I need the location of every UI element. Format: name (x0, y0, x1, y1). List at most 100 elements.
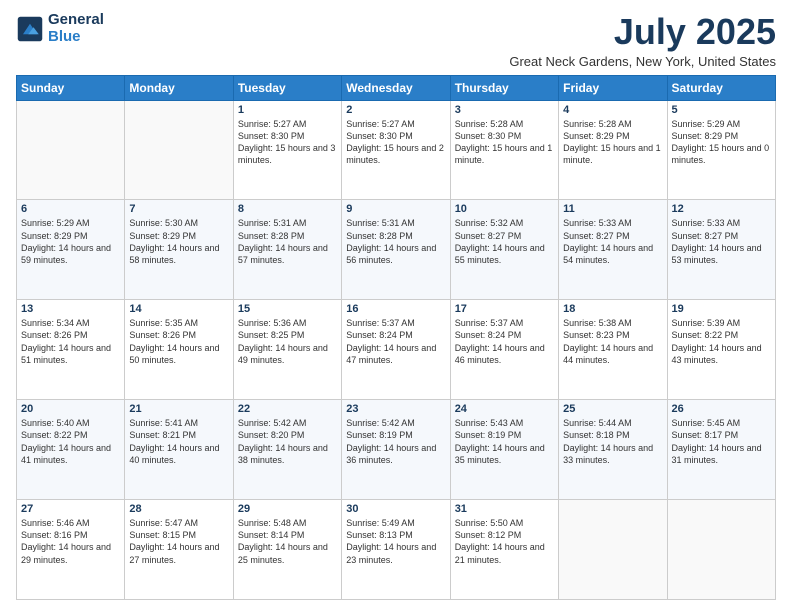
calendar-cell: 21 Sunrise: 5:41 AMSunset: 8:21 PMDayligh… (125, 400, 233, 500)
col-header-monday: Monday (125, 75, 233, 100)
logo-general-text: General (48, 12, 104, 29)
calendar-cell: 25 Sunrise: 5:44 AMSunset: 8:18 PMDayligh… (559, 400, 667, 500)
calendar-cell (559, 500, 667, 600)
col-header-saturday: Saturday (667, 75, 775, 100)
day-info: Sunrise: 5:30 AMSunset: 8:29 PMDaylight:… (129, 217, 228, 266)
calendar-cell: 14 Sunrise: 5:35 AMSunset: 8:26 PMDayligh… (125, 300, 233, 400)
calendar-cell: 27 Sunrise: 5:46 AMSunset: 8:16 PMDayligh… (17, 500, 125, 600)
day-info: Sunrise: 5:38 AMSunset: 8:23 PMDaylight:… (563, 317, 662, 366)
calendar-cell (667, 500, 775, 600)
day-number: 8 (238, 203, 337, 215)
day-info: Sunrise: 5:29 AMSunset: 8:29 PMDaylight:… (21, 217, 120, 266)
day-info: Sunrise: 5:35 AMSunset: 8:26 PMDaylight:… (129, 317, 228, 366)
calendar-week-4: 20 Sunrise: 5:40 AMSunset: 8:22 PMDayligh… (17, 400, 776, 500)
calendar-cell: 17 Sunrise: 5:37 AMSunset: 8:24 PMDayligh… (450, 300, 558, 400)
calendar-cell: 9Sunrise: 5:31 AMSunset: 8:28 PMDaylight… (342, 200, 450, 300)
title-block: July 2025 Great Neck Gardens, New York, … (509, 12, 776, 69)
calendar-week-5: 27 Sunrise: 5:46 AMSunset: 8:16 PMDayligh… (17, 500, 776, 600)
calendar-cell: 24 Sunrise: 5:43 AMSunset: 8:19 PMDayligh… (450, 400, 558, 500)
day-number: 27 (21, 503, 120, 515)
day-number: 29 (238, 503, 337, 515)
day-info: Sunrise: 5:50 AMSunset: 8:12 PMDaylight:… (455, 517, 554, 566)
day-number: 20 (21, 403, 120, 415)
logo-text: General Blue (48, 12, 104, 45)
day-number: 13 (21, 303, 120, 315)
calendar-cell: 8Sunrise: 5:31 AMSunset: 8:28 PMDaylight… (233, 200, 341, 300)
calendar-cell: 20 Sunrise: 5:40 AMSunset: 8:22 PMDayligh… (17, 400, 125, 500)
day-number: 26 (672, 403, 771, 415)
header: General Blue July 2025 Great Neck Garden… (16, 12, 776, 69)
col-header-thursday: Thursday (450, 75, 558, 100)
day-number: 17 (455, 303, 554, 315)
calendar-cell: 15 Sunrise: 5:36 AMSunset: 8:25 PMDayligh… (233, 300, 341, 400)
day-number: 21 (129, 403, 228, 415)
calendar-cell: 2Sunrise: 5:27 AMSunset: 8:30 PMDaylight… (342, 100, 450, 200)
day-number: 16 (346, 303, 445, 315)
calendar-cell: 12 Sunrise: 5:33 AMSunset: 8:27 PMDayligh… (667, 200, 775, 300)
calendar-cell: 6 Sunrise: 5:29 AMSunset: 8:29 PMDaylight… (17, 200, 125, 300)
day-number: 12 (672, 203, 771, 215)
main-title: July 2025 (509, 12, 776, 52)
calendar-cell: 4 Sunrise: 5:28 AMSunset: 8:29 PMDaylight… (559, 100, 667, 200)
calendar-cell: 16Sunrise: 5:37 AMSunset: 8:24 PMDayligh… (342, 300, 450, 400)
day-info: Sunrise: 5:32 AMSunset: 8:27 PMDaylight:… (455, 217, 554, 266)
day-number: 25 (563, 403, 662, 415)
calendar-cell (17, 100, 125, 200)
day-number: 14 (129, 303, 228, 315)
day-info: Sunrise: 5:43 AMSunset: 8:19 PMDaylight:… (455, 417, 554, 466)
calendar-cell: 18 Sunrise: 5:38 AMSunset: 8:23 PMDayligh… (559, 300, 667, 400)
logo-icon (16, 15, 44, 43)
day-info: Sunrise: 5:34 AMSunset: 8:26 PMDaylight:… (21, 317, 120, 366)
day-number: 5 (672, 104, 771, 116)
day-info: Sunrise: 5:36 AMSunset: 8:25 PMDaylight:… (238, 317, 337, 366)
calendar-cell: 29Sunrise: 5:48 AMSunset: 8:14 PMDayligh… (233, 500, 341, 600)
day-info: Sunrise: 5:46 AMSunset: 8:16 PMDaylight:… (21, 517, 120, 566)
day-number: 1 (238, 104, 337, 116)
day-number: 30 (346, 503, 445, 515)
calendar-week-1: 1 Sunrise: 5:27 AMSunset: 8:30 PMDaylight… (17, 100, 776, 200)
day-info: Sunrise: 5:40 AMSunset: 8:22 PMDaylight:… (21, 417, 120, 466)
day-number: 24 (455, 403, 554, 415)
day-number: 15 (238, 303, 337, 315)
day-info: Sunrise: 5:41 AMSunset: 8:21 PMDaylight:… (129, 417, 228, 466)
col-header-tuesday: Tuesday (233, 75, 341, 100)
day-number: 7 (129, 203, 228, 215)
calendar-week-2: 6 Sunrise: 5:29 AMSunset: 8:29 PMDaylight… (17, 200, 776, 300)
calendar-cell: 10 Sunrise: 5:32 AMSunset: 8:27 PMDayligh… (450, 200, 558, 300)
day-number: 4 (563, 104, 662, 116)
day-info: Sunrise: 5:44 AMSunset: 8:18 PMDaylight:… (563, 417, 662, 466)
day-info: Sunrise: 5:37 AMSunset: 8:24 PMDaylight:… (455, 317, 554, 366)
calendar-cell: 7 Sunrise: 5:30 AMSunset: 8:29 PMDaylight… (125, 200, 233, 300)
day-info: Sunrise: 5:33 AMSunset: 8:27 PMDaylight:… (563, 217, 662, 266)
day-info: Sunrise: 5:33 AMSunset: 8:27 PMDaylight:… (672, 217, 771, 266)
day-info: Sunrise: 5:27 AMSunset: 8:30 PMDaylight:… (238, 118, 337, 167)
calendar-cell: 28Sunrise: 5:47 AMSunset: 8:15 PMDayligh… (125, 500, 233, 600)
day-info: Sunrise: 5:31 AMSunset: 8:28 PMDaylight:… (346, 217, 445, 266)
calendar-table: SundayMondayTuesdayWednesdayThursdayFrid… (16, 75, 776, 600)
day-info: Sunrise: 5:49 AMSunset: 8:13 PMDaylight:… (346, 517, 445, 566)
col-header-friday: Friday (559, 75, 667, 100)
day-info: Sunrise: 5:28 AMSunset: 8:29 PMDaylight:… (563, 118, 662, 167)
calendar-cell: 19 Sunrise: 5:39 AMSunset: 8:22 PMDayligh… (667, 300, 775, 400)
day-info: Sunrise: 5:42 AMSunset: 8:19 PMDaylight:… (346, 417, 445, 466)
day-number: 19 (672, 303, 771, 315)
calendar-cell: 26Sunrise: 5:45 AMSunset: 8:17 PMDayligh… (667, 400, 775, 500)
page: General Blue July 2025 Great Neck Garden… (0, 0, 792, 612)
day-info: Sunrise: 5:27 AMSunset: 8:30 PMDaylight:… (346, 118, 445, 167)
calendar-week-3: 13 Sunrise: 5:34 AMSunset: 8:26 PMDayligh… (17, 300, 776, 400)
day-number: 31 (455, 503, 554, 515)
day-info: Sunrise: 5:39 AMSunset: 8:22 PMDaylight:… (672, 317, 771, 366)
day-number: 10 (455, 203, 554, 215)
day-number: 18 (563, 303, 662, 315)
calendar-cell: 5 Sunrise: 5:29 AMSunset: 8:29 PMDaylight… (667, 100, 775, 200)
calendar-cell: 1 Sunrise: 5:27 AMSunset: 8:30 PMDaylight… (233, 100, 341, 200)
day-number: 3 (455, 104, 554, 116)
day-info: Sunrise: 5:28 AMSunset: 8:30 PMDaylight:… (455, 118, 554, 167)
calendar-cell (125, 100, 233, 200)
calendar-cell: 11Sunrise: 5:33 AMSunset: 8:27 PMDayligh… (559, 200, 667, 300)
calendar-cell: 3 Sunrise: 5:28 AMSunset: 8:30 PMDaylight… (450, 100, 558, 200)
col-header-wednesday: Wednesday (342, 75, 450, 100)
day-info: Sunrise: 5:29 AMSunset: 8:29 PMDaylight:… (672, 118, 771, 167)
day-number: 6 (21, 203, 120, 215)
col-header-sunday: Sunday (17, 75, 125, 100)
